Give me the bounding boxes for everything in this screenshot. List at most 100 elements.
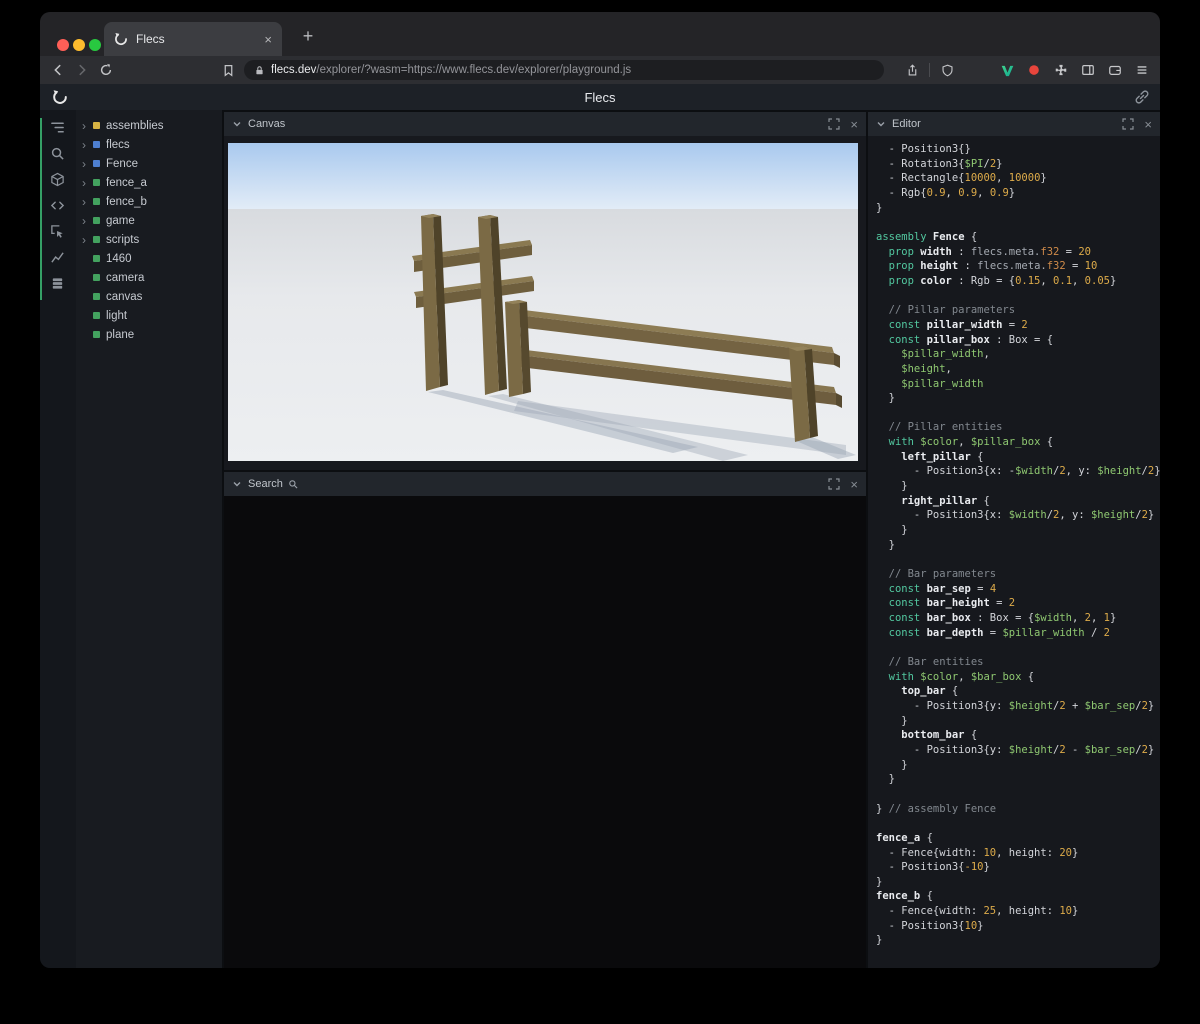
entity-color-square	[93, 293, 100, 300]
expand-arrow-icon[interactable]: ›	[82, 177, 93, 189]
code-line: // Pillar entities	[876, 421, 1003, 434]
code-line: - Rotation3{$PI/2}	[876, 157, 1003, 170]
code-line: bottom_bar {	[876, 729, 978, 742]
extension-v-icon[interactable]	[997, 60, 1017, 80]
close-icon[interactable]: ×	[1144, 118, 1152, 131]
expand-icon[interactable]	[1122, 118, 1135, 130]
tree-item-plane[interactable]: ›plane	[76, 325, 222, 344]
app-header: Flecs	[40, 84, 1160, 110]
reload-icon[interactable]	[96, 60, 116, 80]
code-line: - Position3{x: $width/2, y: $height/2}	[876, 509, 1155, 522]
sidebar-panel-icon[interactable]	[1078, 60, 1098, 80]
code-line: const bar_box : Box = {$width, 2, 1}	[876, 612, 1117, 624]
browser-tab[interactable]: Flecs ×	[104, 22, 282, 56]
tree-item-1460[interactable]: ›1460	[76, 249, 222, 268]
package-icon[interactable]	[50, 172, 66, 188]
back-icon[interactable]	[48, 60, 68, 80]
browser-window: Flecs × + flecs.dev/explorer/?wasm=https…	[40, 12, 1160, 968]
search-icon[interactable]	[50, 146, 66, 162]
menu-icon[interactable]	[1132, 60, 1152, 80]
tool-sidebar	[40, 110, 76, 968]
entity-color-square	[93, 160, 100, 167]
close-icon[interactable]: ×	[850, 478, 858, 491]
entity-color-square	[93, 217, 100, 224]
chevron-down-icon[interactable]	[232, 479, 242, 489]
memory-icon[interactable]	[50, 276, 66, 292]
wallet-icon[interactable]	[1105, 60, 1125, 80]
search-panel-header[interactable]: Search ×	[224, 472, 866, 496]
tree-item-fence_a[interactable]: › fence_a	[76, 173, 222, 192]
code-line: $pillar_width,	[876, 348, 990, 361]
entity-label: game	[106, 214, 135, 227]
code-icon[interactable]	[50, 198, 66, 214]
code-line: $pillar_width	[876, 377, 984, 390]
tab-close-icon[interactable]: ×	[264, 32, 272, 47]
expand-arrow-icon[interactable]: ›	[82, 158, 93, 170]
tree-item-light[interactable]: ›light	[76, 306, 222, 325]
close-window-button[interactable]	[57, 39, 69, 51]
entity-color-square	[93, 141, 100, 148]
tree-item-flecs[interactable]: › flecs	[76, 135, 222, 154]
extensions-puzzle-icon[interactable]	[1051, 60, 1071, 80]
expand-arrow-icon[interactable]: ›	[82, 215, 93, 227]
tree-item-scripts[interactable]: › scripts	[76, 230, 222, 249]
code-line: }	[876, 773, 895, 786]
editor-panel: Editor × - Position3{} - Rotation3{$PI/2…	[868, 112, 1160, 968]
tree-item-assemblies[interactable]: › assemblies	[76, 116, 222, 135]
zoom-window-button[interactable]	[89, 39, 101, 51]
url-path: /explorer/?wasm=https://www.flecs.dev/ex…	[316, 64, 632, 76]
code-line: with $color, $bar_box {	[876, 670, 1035, 683]
url-bar[interactable]: flecs.dev/explorer/?wasm=https://www.fle…	[244, 60, 884, 80]
tree-item-fence_b[interactable]: › fence_b	[76, 192, 222, 211]
code-line: const pillar_box : Box = {	[876, 333, 1054, 346]
code-line: $height,	[876, 362, 952, 375]
code-line: const bar_height = 2	[876, 597, 1016, 610]
expand-arrow-icon[interactable]: ›	[82, 139, 93, 151]
search-panel: Search ×	[224, 472, 866, 968]
entity-color-square	[93, 198, 100, 205]
search-results-area	[224, 496, 866, 968]
tree-item-Fence[interactable]: › Fence	[76, 154, 222, 173]
expand-arrow-icon[interactable]: ›	[82, 234, 93, 246]
editor-panel-title: Editor	[892, 118, 921, 130]
entity-color-square	[93, 331, 100, 338]
code-line: // Pillar parameters	[876, 304, 1016, 317]
chevron-down-icon[interactable]	[876, 119, 886, 129]
canvas-viewport[interactable]	[228, 143, 858, 461]
expand-arrow-icon[interactable]: ›	[82, 120, 93, 132]
lock-icon	[256, 65, 263, 74]
canvas-panel-header[interactable]: Canvas ×	[224, 112, 866, 136]
search-icon	[288, 479, 298, 489]
code-line: }	[876, 524, 908, 537]
link-icon[interactable]	[1134, 89, 1150, 105]
tree-item-canvas[interactable]: ›canvas	[76, 287, 222, 306]
entity-label: scripts	[106, 233, 140, 246]
new-tab-button[interactable]: +	[294, 22, 322, 50]
browser-toolbar: flecs.dev/explorer/?wasm=https://www.fle…	[40, 56, 1160, 84]
chevron-down-icon[interactable]	[232, 119, 242, 129]
entity-tree-icon[interactable]	[50, 120, 66, 136]
entity-label: camera	[106, 271, 145, 284]
chart-icon[interactable]	[50, 250, 66, 266]
editor-panel-header[interactable]: Editor ×	[868, 112, 1160, 136]
url-text: flecs.dev/explorer/?wasm=https://www.fle…	[271, 64, 631, 76]
entity-tree: › assemblies › flecs › Fence › fence_a › fence_b ›…	[76, 110, 222, 968]
share-icon[interactable]	[902, 60, 922, 80]
extension-record-icon[interactable]	[1024, 60, 1044, 80]
code-line: - Fence{width: 25, height: 10}	[876, 905, 1079, 918]
expand-icon[interactable]	[828, 118, 841, 130]
inspect-icon[interactable]	[50, 224, 66, 240]
expand-arrow-icon[interactable]: ›	[82, 196, 93, 208]
expand-icon[interactable]	[828, 478, 841, 490]
editor-code[interactable]: - Position3{} - Rotation3{$PI/2} - Recta…	[876, 142, 1160, 968]
minimize-window-button[interactable]	[73, 39, 85, 51]
code-line: }	[876, 714, 908, 727]
tree-item-camera[interactable]: ›camera	[76, 268, 222, 287]
shield-icon[interactable]	[937, 60, 957, 80]
tree-item-game[interactable]: › game	[76, 211, 222, 230]
bookmark-icon[interactable]	[218, 60, 238, 80]
code-line: const bar_sep = 4	[876, 582, 997, 595]
close-icon[interactable]: ×	[850, 118, 858, 131]
